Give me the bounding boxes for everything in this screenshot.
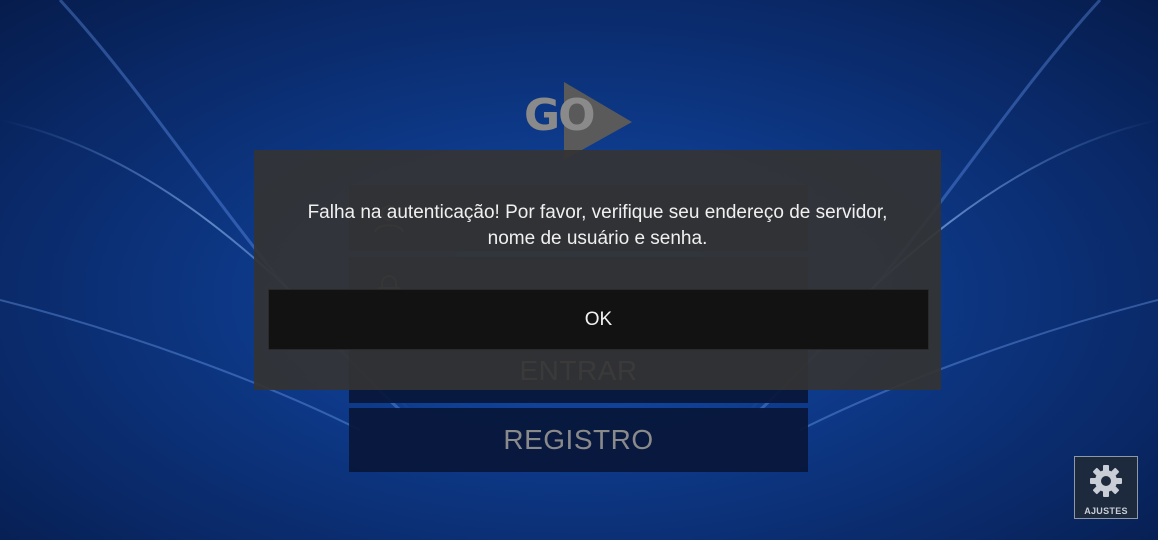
settings-label: AJUSTES — [1084, 506, 1128, 516]
dialog-message-line1: Falha na autenticação! Por favor, verifi… — [307, 202, 888, 223]
gear-icon — [1088, 463, 1124, 504]
settings-button[interactable]: AJUSTES — [1074, 456, 1138, 519]
dialog-message-line2: nome de usuário e senha. — [487, 228, 708, 249]
ok-button[interactable]: OK — [268, 289, 929, 350]
register-button[interactable]: REGISTRO — [349, 408, 808, 472]
app-logo: GO — [524, 80, 634, 160]
logo-text: GO — [524, 90, 596, 141]
error-dialog: Falha na autenticação! Por favor, verifi… — [254, 150, 941, 390]
dialog-message: Falha na autenticação! Por favor, verifi… — [254, 200, 941, 252]
